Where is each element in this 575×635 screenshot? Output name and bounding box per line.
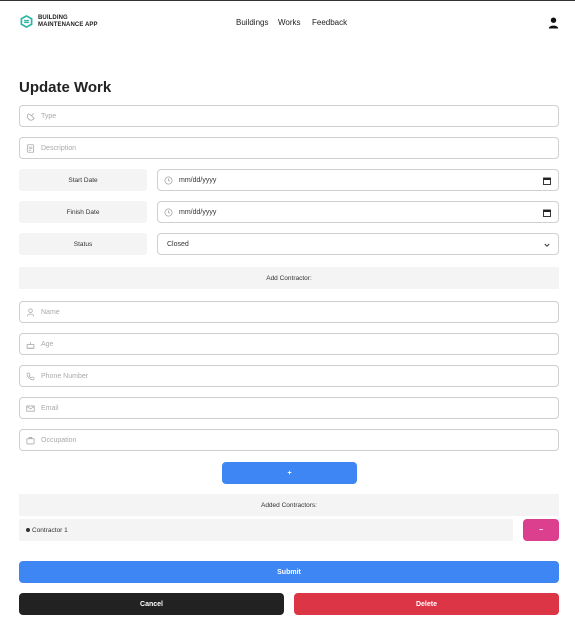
calendar-icon[interactable]: [543, 209, 551, 217]
contractor-name-input[interactable]: Name: [19, 301, 559, 323]
cake-icon: [26, 341, 35, 349]
tool-icon: [26, 112, 35, 121]
calendar-icon[interactable]: [543, 177, 551, 185]
bullet-icon: [26, 528, 30, 532]
status-value: Closed: [167, 240, 189, 248]
contractor-occupation-input[interactable]: Occupation: [19, 429, 559, 451]
top-border: [0, 0, 575, 1]
finish-date-input[interactable]: mm/dd/yyyy: [157, 201, 559, 223]
page-title: Update Work: [19, 79, 112, 96]
type-placeholder: Type: [41, 112, 57, 120]
cancel-button[interactable]: Cancel: [19, 593, 284, 615]
start-date-value: mm/dd/yyyy: [179, 176, 217, 184]
envelope-icon: [26, 405, 35, 412]
contractor-email-input[interactable]: Email: [19, 397, 559, 419]
nav-works[interactable]: Works: [278, 18, 301, 27]
contractor-list-item: Contractor 1: [19, 519, 513, 541]
nav-buildings[interactable]: Buildings: [236, 18, 268, 27]
document-icon: [26, 143, 35, 153]
user-icon[interactable]: [548, 17, 559, 29]
contractor-age-input[interactable]: Age: [19, 333, 559, 355]
briefcase-icon: [26, 436, 35, 444]
person-icon: [26, 307, 35, 316]
age-placeholder: Age: [41, 340, 54, 348]
email-placeholder: Email: [41, 404, 59, 412]
description-placeholder: Description: [41, 144, 77, 152]
delete-button[interactable]: Delete: [294, 593, 559, 615]
clock-icon: [164, 207, 173, 217]
main-nav: Buildings Works Feedback: [0, 18, 575, 28]
finish-date-label: Finish Date: [19, 201, 147, 223]
chevron-down-icon: [544, 243, 550, 247]
phone-placeholder: Phone Number: [41, 372, 89, 380]
start-date-label: Start Date: [19, 169, 147, 191]
contractor-name: Contractor 1: [32, 526, 68, 534]
added-contractors-heading: Added Contractors:: [19, 494, 559, 516]
add-contractor-heading: Add Contractor:: [19, 267, 559, 289]
submit-button[interactable]: Submit: [19, 561, 559, 583]
status-select[interactable]: Closed: [157, 233, 559, 255]
clock-icon: [164, 175, 173, 185]
contractor-phone-input[interactable]: Phone Number: [19, 365, 559, 387]
start-date-input[interactable]: mm/dd/yyyy: [157, 169, 559, 191]
remove-contractor-button[interactable]: −: [523, 519, 559, 541]
occupation-placeholder: Occupation: [41, 436, 77, 444]
type-input[interactable]: Type: [19, 105, 559, 127]
nav-feedback[interactable]: Feedback: [312, 18, 347, 27]
status-label: Status: [19, 233, 147, 255]
phone-icon: [26, 372, 35, 380]
add-contractor-button[interactable]: +: [222, 462, 357, 484]
description-input[interactable]: Description: [19, 137, 559, 159]
finish-date-value: mm/dd/yyyy: [179, 208, 217, 216]
name-placeholder: Name: [41, 308, 60, 316]
